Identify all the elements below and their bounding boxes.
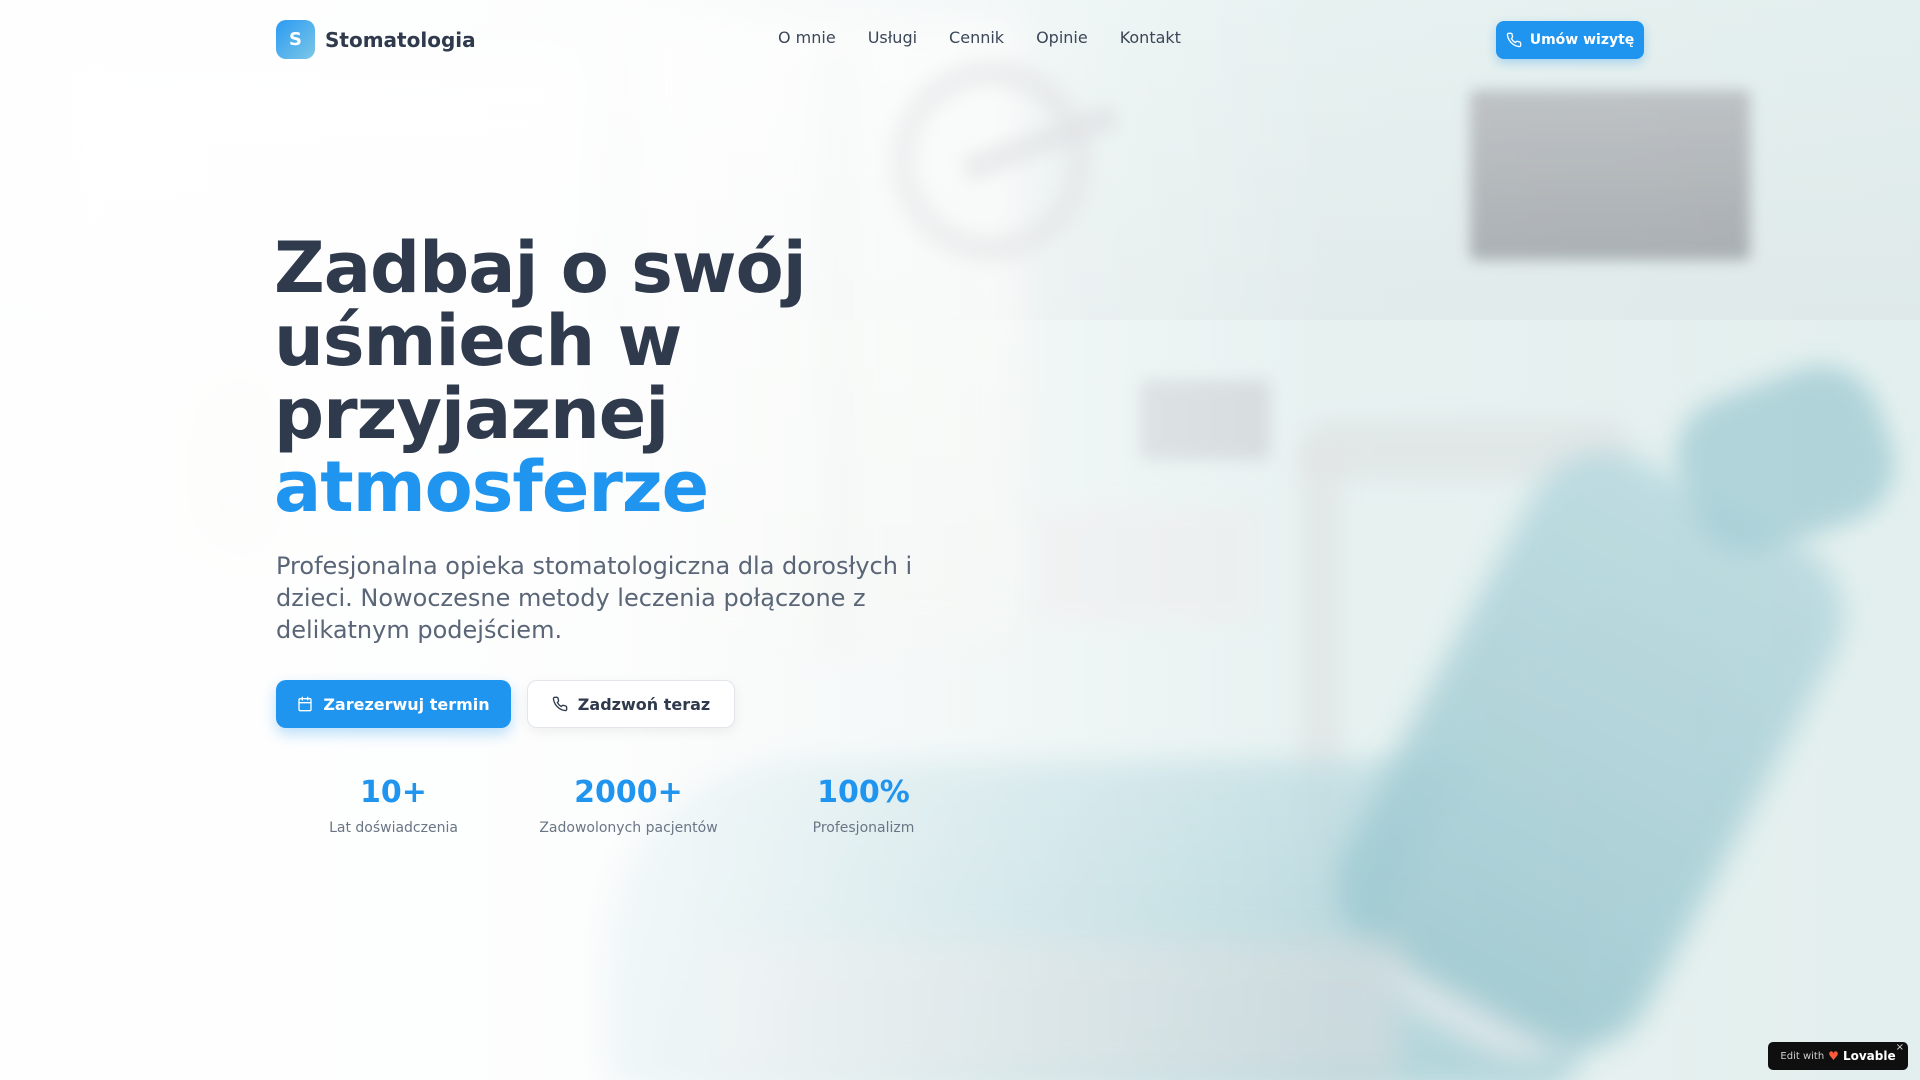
hero-overlay bbox=[0, 0, 1920, 1080]
book-appointment-label: Zarezerwuj termin bbox=[323, 694, 490, 714]
hero-title-line-2: uśmiech w bbox=[274, 300, 682, 382]
calendar-icon bbox=[297, 696, 313, 712]
stats-row: 10+ Lat doświadczenia 2000+ Zadowolonych… bbox=[276, 772, 981, 836]
hero-title-line-3: przyjaznej bbox=[274, 373, 669, 455]
stat-experience: 10+ Lat doświadczenia bbox=[276, 772, 511, 836]
phone-icon bbox=[552, 696, 568, 712]
site-header: S Stomatologia O mnie Usługi Cennik Opin… bbox=[0, 0, 1920, 80]
edit-with-lovable-badge[interactable]: Edit with ♥ Lovable × bbox=[1768, 1042, 1908, 1070]
nav-link-opinie[interactable]: Opinie bbox=[1036, 28, 1088, 47]
nav-link-kontakt[interactable]: Kontakt bbox=[1120, 28, 1181, 47]
book-visit-button[interactable]: Umów wizytę bbox=[1496, 21, 1644, 59]
badge-name: Lovable bbox=[1842, 1049, 1896, 1063]
nav-link-uslugi[interactable]: Usługi bbox=[868, 28, 917, 47]
page: S Stomatologia O mnie Usługi Cennik Opin… bbox=[0, 0, 1920, 1080]
lovable-heart-icon: ♥ bbox=[1828, 1049, 1839, 1063]
stat-value: 100% bbox=[817, 775, 910, 810]
stat-value: 10+ bbox=[360, 775, 427, 810]
hero-subtitle: Profesjonalna opieka stomatologiczna dla… bbox=[276, 552, 913, 644]
nav-link-cennik[interactable]: Cennik bbox=[949, 28, 1004, 47]
hero-title-accent: atmosferze bbox=[274, 446, 709, 528]
hero-title: Zadbaj o swój uśmiech w przyjaznej atmos… bbox=[274, 232, 994, 524]
stat-professionalism: 100% Profesjonalizm bbox=[746, 772, 981, 836]
nav-link-o-mnie[interactable]: O mnie bbox=[778, 28, 836, 47]
stat-label: Profesjonalizm bbox=[812, 820, 915, 836]
phone-icon bbox=[1506, 32, 1522, 48]
stat-label: Lat doświadczenia bbox=[329, 820, 458, 836]
badge-prefix: Edit with bbox=[1780, 1050, 1825, 1062]
logo-badge: S bbox=[276, 20, 315, 59]
hero-title-line-1: Zadbaj o swój bbox=[274, 227, 807, 309]
stat-value: 2000+ bbox=[574, 775, 683, 810]
book-visit-label: Umów wizytę bbox=[1529, 32, 1635, 48]
brand-link[interactable]: S Stomatologia bbox=[276, 20, 476, 59]
call-now-label: Zadzwoń teraz bbox=[577, 694, 711, 714]
main-menu: O mnie Usługi Cennik Opinie Kontakt bbox=[778, 28, 1181, 47]
stat-patients: 2000+ Zadowolonych pacjentów bbox=[511, 772, 746, 836]
brand-name: Stomatologia bbox=[325, 27, 476, 52]
call-now-button[interactable]: Zadzwoń teraz bbox=[527, 680, 735, 728]
book-appointment-button[interactable]: Zarezerwuj termin bbox=[276, 680, 511, 728]
close-icon[interactable]: × bbox=[1896, 1042, 1904, 1053]
stat-label: Zadowolonych pacjentów bbox=[539, 820, 718, 836]
